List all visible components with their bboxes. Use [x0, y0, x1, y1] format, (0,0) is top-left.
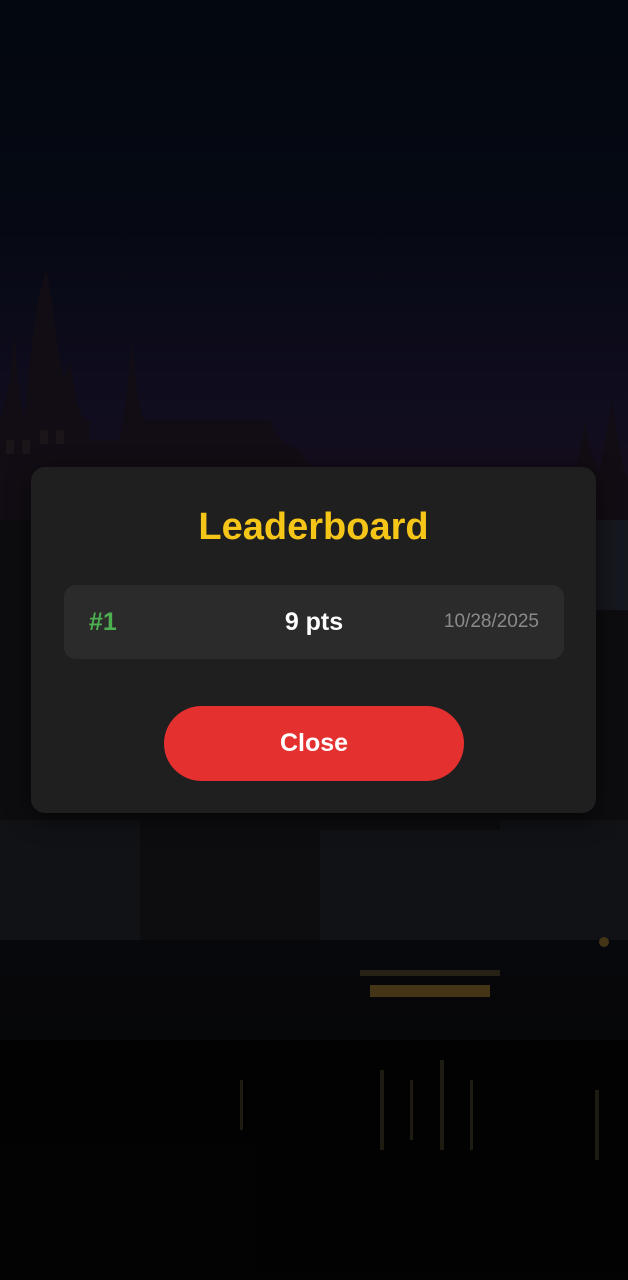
entry-date: 10/28/2025: [443, 611, 539, 632]
close-button[interactable]: Close: [164, 706, 464, 781]
leaderboard-dialog: Leaderboard #1 9 pts 10/28/2025 Close: [31, 467, 596, 813]
dialog-title: Leaderboard: [198, 506, 429, 548]
leaderboard-entry-row: #1 9 pts 10/28/2025: [64, 585, 564, 659]
app-screen: Leaderboard #1 9 pts 10/28/2025 Close: [0, 0, 628, 1280]
entry-points: 9 pts: [284, 608, 344, 636]
entry-rank: #1: [89, 608, 117, 636]
